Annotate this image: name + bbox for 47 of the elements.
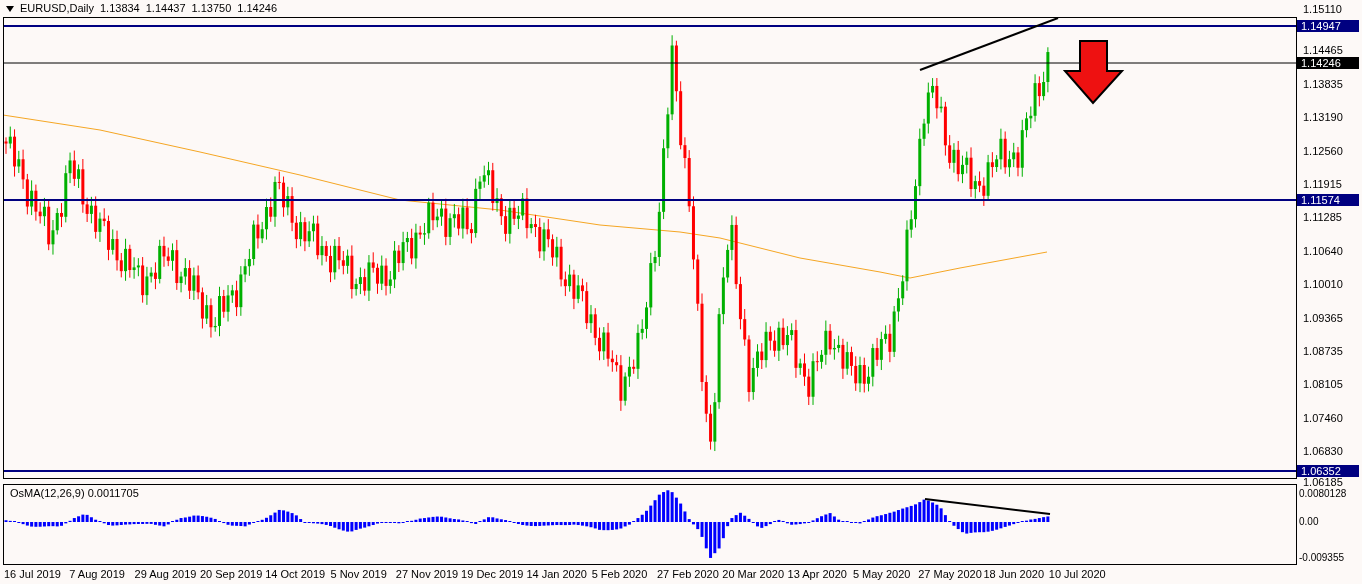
price-axis-label: 1.06830	[1303, 446, 1343, 458]
price-axis-label: 1.14465	[1303, 45, 1343, 57]
collapse-triangle-icon[interactable]	[6, 5, 14, 12]
price-axis-label: 1.09365	[1303, 312, 1343, 324]
time-axis-label: 27 Nov 2019	[395, 569, 459, 580]
indicator-axis-label: 0.00	[1299, 517, 1319, 527]
time-axis-label: 16 Jul 2019	[4, 569, 61, 580]
time-axis-label: 18 Jun 2020	[983, 569, 1045, 580]
price-axis-label: 1.11915	[1303, 179, 1342, 190]
time-axis-label: 10 Jul 2020	[1048, 569, 1106, 580]
price-axis-label: 1.07460	[1303, 412, 1343, 424]
price-axis-label: 1.11285	[1303, 212, 1342, 224]
indicator-label: OsMA(12,26,9) 0.0011705	[10, 488, 139, 499]
price-axis-label: 1.15110	[1303, 4, 1342, 15]
indicator-axis-label: -0.009355	[1299, 553, 1345, 563]
time-axis-label: 13 Apr 2020	[787, 569, 847, 580]
time-axis-label: 5 May 2020	[852, 569, 911, 580]
time-axis-label: 20 Mar 2020	[722, 569, 785, 580]
time-axis-label: 5 Nov 2019	[330, 569, 387, 580]
time-axis-label: 29 Aug 2019	[134, 569, 197, 580]
time-axis-label: 27 May 2020	[918, 569, 982, 580]
time-axis-label: 5 Feb 2020	[591, 569, 648, 580]
price-level-tag: 1.11574	[1297, 194, 1359, 206]
price-value: 1.13834	[99, 1, 140, 17]
price-axis-label: 1.12560	[1303, 145, 1343, 157]
price-level-tag: 1.14947	[1297, 20, 1359, 32]
time-axis-label: 27 Feb 2020	[657, 569, 719, 580]
price-axis-label: 1.10010	[1303, 279, 1343, 291]
price-value: 1.13750	[191, 1, 232, 17]
symbol-label: EURUSD,Daily	[20, 1, 94, 17]
down-arrow-icon	[1062, 40, 1125, 105]
time-axis-label: 20 Sep 2019	[199, 569, 263, 580]
price-axis-label: 1.13835	[1303, 78, 1343, 90]
indicator-axis-label: 0.0080128	[1299, 489, 1347, 499]
price-axis-label: 1.10640	[1303, 245, 1343, 257]
time-axis-label: 14 Jan 2020	[526, 569, 587, 580]
price-axis-label: 1.06185	[1303, 477, 1343, 488]
time-axis-label: 19 Dec 2019	[461, 569, 524, 580]
price-axis-label: 1.08105	[1303, 379, 1343, 391]
price-level-tag: 1.14246	[1297, 57, 1359, 69]
price-value: 1.14437	[145, 1, 186, 17]
time-axis-label: 14 Oct 2019	[265, 569, 326, 580]
price-axis-label: 1.13190	[1303, 112, 1343, 124]
price-value: 1.14246	[237, 1, 278, 17]
price-axis-label: 1.08735	[1303, 346, 1343, 357]
price-level-tag: 1.06352	[1297, 465, 1359, 477]
time-axis-label: 7 Aug 2019	[69, 569, 125, 580]
